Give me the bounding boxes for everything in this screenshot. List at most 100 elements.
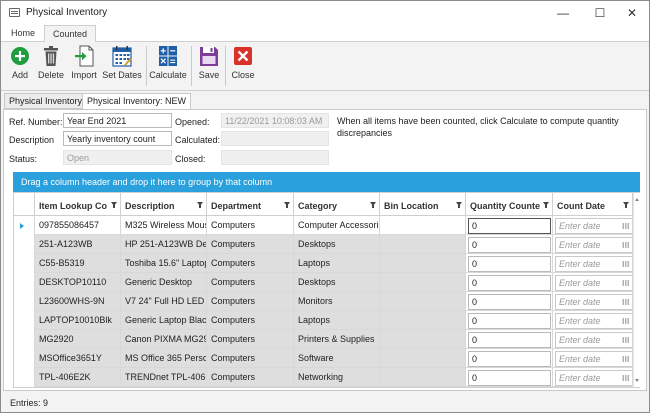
date-picker-input[interactable]: Enter date xyxy=(555,332,632,348)
quantity-input[interactable]: 0 xyxy=(468,275,551,291)
cell-department[interactable]: Computers xyxy=(207,330,294,349)
cell-item-lookup-code[interactable]: MG2920 xyxy=(35,330,121,349)
row-indicator[interactable] xyxy=(14,349,35,368)
calendar-icon[interactable] xyxy=(622,375,629,381)
column-header-item-lookup[interactable]: Item Lookup Co xyxy=(35,193,121,216)
table-row[interactable]: L23600WHS-9N V7 24" Full HD LED M Computer… xyxy=(14,292,641,311)
date-picker-input[interactable]: Enter date xyxy=(555,218,632,234)
tab-physical-inventory-new[interactable]: Physical Inventory: NEW xyxy=(82,93,192,110)
row-indicator[interactable] xyxy=(14,292,35,311)
cell-item-lookup-code[interactable]: 097855086457 xyxy=(35,216,121,235)
cell-department[interactable]: Computers xyxy=(207,216,294,235)
cell-item-lookup-code[interactable]: MSOffice3651Y xyxy=(35,349,121,368)
cell-description[interactable]: HP 251-A123WB Des xyxy=(121,235,207,254)
delete-button[interactable]: Delete xyxy=(37,45,65,89)
quantity-input[interactable]: 0 xyxy=(468,370,551,386)
calendar-icon[interactable] xyxy=(622,337,629,343)
filter-icon[interactable] xyxy=(456,202,462,208)
calendar-icon[interactable] xyxy=(622,280,629,286)
tab-home[interactable]: Home xyxy=(3,25,43,42)
add-button[interactable]: Add xyxy=(7,45,33,89)
quantity-input[interactable]: 0 xyxy=(468,313,551,329)
row-indicator[interactable] xyxy=(14,235,35,254)
cell-description[interactable]: Canon PIXMA MG292 xyxy=(121,330,207,349)
vertical-scrollbar[interactable] xyxy=(633,193,640,387)
quantity-input[interactable]: 0 xyxy=(468,294,551,310)
date-picker-input[interactable]: Enter date xyxy=(555,351,632,367)
cell-description[interactable]: TRENDnet TPL-406E2 xyxy=(121,368,207,387)
column-header-department[interactable]: Department xyxy=(207,193,294,216)
column-header-description[interactable]: Description xyxy=(121,193,207,216)
cell-bin-location[interactable] xyxy=(380,349,466,368)
cell-item-lookup-code[interactable]: 251-A123WB xyxy=(35,235,121,254)
calendar-icon[interactable] xyxy=(622,318,629,324)
calendar-icon[interactable] xyxy=(622,261,629,267)
column-header-count-date[interactable]: Count Date xyxy=(553,193,633,216)
row-indicator[interactable] xyxy=(14,216,35,235)
close-button[interactable]: Close xyxy=(230,45,256,89)
filter-icon[interactable] xyxy=(370,202,376,208)
quantity-input[interactable]: 0 xyxy=(468,237,551,253)
cell-description[interactable]: Generic Desktop xyxy=(121,273,207,292)
cell-description[interactable]: M325 Wireless Mous xyxy=(121,216,207,235)
filter-icon[interactable] xyxy=(197,202,203,208)
quantity-input[interactable]: 0 xyxy=(468,351,551,367)
column-header-category[interactable]: Category xyxy=(294,193,380,216)
table-row[interactable]: C55-B5319 Toshiba 15.6" Laptop Computers La… xyxy=(14,254,641,273)
filter-icon[interactable] xyxy=(623,202,629,208)
cell-department[interactable]: Computers xyxy=(207,273,294,292)
cell-bin-location[interactable] xyxy=(380,216,466,235)
cell-category[interactable]: Computer Accessorie xyxy=(294,216,380,235)
maximize-icon[interactable]: ☐ xyxy=(586,4,614,22)
quantity-input[interactable]: 0 xyxy=(468,332,551,348)
calendar-icon[interactable] xyxy=(622,356,629,362)
cell-category[interactable]: Monitors xyxy=(294,292,380,311)
cell-bin-location[interactable] xyxy=(380,311,466,330)
date-picker-input[interactable]: Enter date xyxy=(555,370,632,386)
cell-department[interactable]: Computers xyxy=(207,254,294,273)
date-picker-input[interactable]: Enter date xyxy=(555,313,632,329)
date-picker-input[interactable]: Enter date xyxy=(555,294,632,310)
cell-item-lookup-code[interactable]: DESKTOP10110 xyxy=(35,273,121,292)
table-row[interactable]: 097855086457 M325 Wireless Mous Computers C… xyxy=(14,216,641,235)
row-indicator[interactable] xyxy=(14,254,35,273)
cell-department[interactable]: Computers xyxy=(207,235,294,254)
date-picker-input[interactable]: Enter date xyxy=(555,256,632,272)
filter-icon[interactable] xyxy=(543,202,549,208)
table-row[interactable]: TPL-406E2KTRENDnet TPL-406E2ComputersNet… xyxy=(14,368,641,387)
cell-department[interactable]: Computers xyxy=(207,349,294,368)
quantity-input[interactable]: 0 xyxy=(468,256,551,272)
row-indicator[interactable] xyxy=(14,273,35,292)
table-row[interactable]: MSOffice3651Y MS Office 365 Persor Compute… xyxy=(14,349,641,368)
cell-category[interactable]: Printers & Supplies xyxy=(294,330,380,349)
table-row[interactable]: DESKTOP10110 Generic Desktop Computers Desk… xyxy=(14,273,641,292)
description-input[interactable] xyxy=(63,131,172,146)
cell-category[interactable]: Laptops xyxy=(294,311,380,330)
table-row[interactable]: LAPTOP10010Blk Generic Laptop Black Comput… xyxy=(14,311,641,330)
table-row[interactable]: 251-A123WB HP 251-A123WB Des Computers Desk… xyxy=(14,235,641,254)
cell-bin-location[interactable] xyxy=(380,273,466,292)
cell-description[interactable]: MS Office 365 Persor xyxy=(121,349,207,368)
cell-description[interactable]: V7 24" Full HD LED M xyxy=(121,292,207,311)
column-header-bin-location[interactable]: Bin Location xyxy=(380,193,466,216)
date-picker-input[interactable]: Enter date xyxy=(555,237,632,253)
cell-item-lookup-code[interactable]: TPL-406E2K xyxy=(35,368,121,387)
cell-category[interactable]: Desktops xyxy=(294,235,380,254)
filter-icon[interactable] xyxy=(111,202,117,208)
cell-category[interactable]: Laptops xyxy=(294,254,380,273)
cell-category[interactable]: Desktops xyxy=(294,273,380,292)
date-picker-input[interactable]: Enter date xyxy=(555,275,632,291)
cell-item-lookup-code[interactable]: L23600WHS-9N xyxy=(35,292,121,311)
scroll-up-icon[interactable] xyxy=(635,198,639,201)
cell-bin-location[interactable] xyxy=(380,368,466,387)
calendar-icon[interactable] xyxy=(622,223,629,229)
group-by-panel[interactable]: Drag a column header and drop it here to… xyxy=(13,172,640,192)
quantity-input[interactable]: 0 xyxy=(468,218,551,234)
cell-description[interactable]: Toshiba 15.6" Laptop xyxy=(121,254,207,273)
row-indicator[interactable] xyxy=(14,330,35,349)
cell-department[interactable]: Computers xyxy=(207,311,294,330)
row-indicator[interactable] xyxy=(14,311,35,330)
table-row[interactable]: MG2920 Canon PIXMA MG292 Computers Printers… xyxy=(14,330,641,349)
ref-number-input[interactable] xyxy=(63,113,172,128)
set-dates-button[interactable]: Set Dates xyxy=(102,45,142,89)
